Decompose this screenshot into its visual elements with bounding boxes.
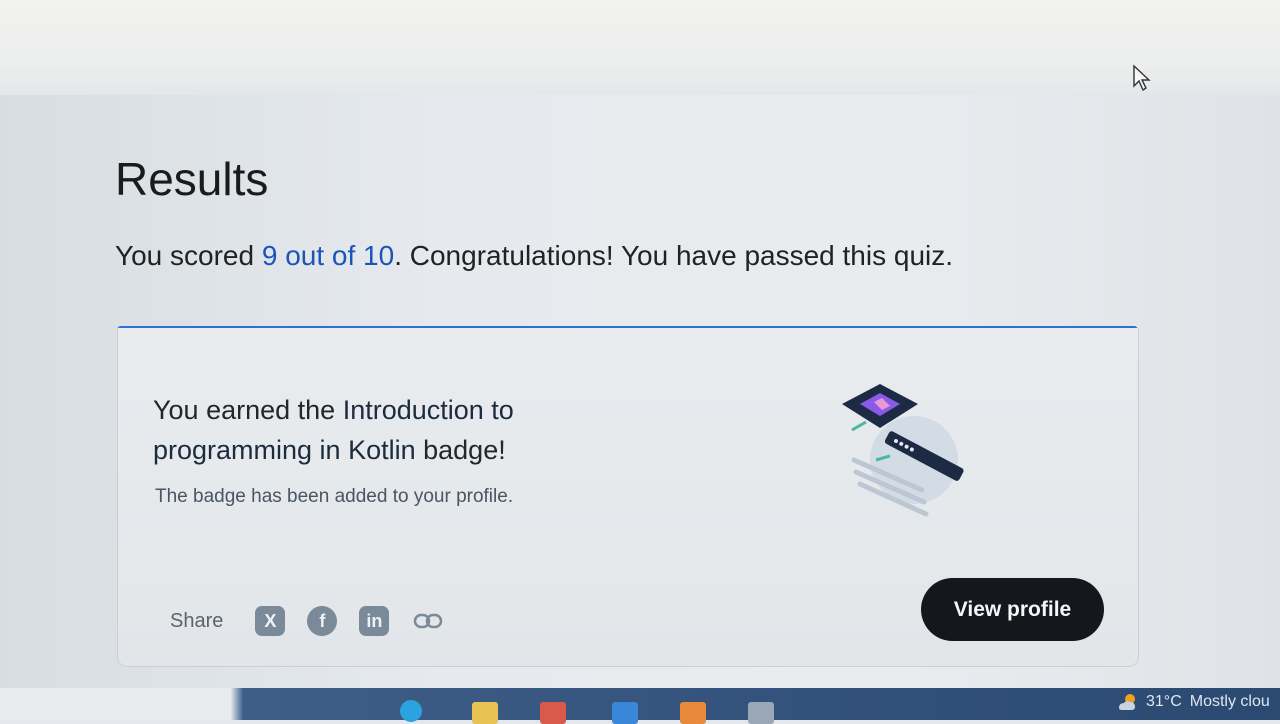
browser-top-area bbox=[0, 0, 1280, 95]
badge-subtitle: The badge has been added to your profile… bbox=[155, 486, 514, 507]
linkedin-icon: in bbox=[366, 610, 383, 631]
weather-temperature: 31°C bbox=[1146, 693, 1182, 710]
taskbar-mail-icon[interactable] bbox=[612, 702, 638, 724]
share-facebook-button[interactable]: f bbox=[307, 606, 338, 636]
weather-widget[interactable]: 31°C Mostly clou bbox=[1116, 692, 1270, 712]
weather-condition: Mostly clou bbox=[1189, 693, 1270, 710]
weather-icon bbox=[1119, 694, 1135, 710]
x-icon: X bbox=[264, 610, 277, 631]
score-prefix: You scored bbox=[115, 240, 262, 271]
share-x-button[interactable]: X bbox=[255, 606, 286, 636]
score-value: 9 out of 10 bbox=[261, 240, 395, 271]
mouse-cursor-icon bbox=[1133, 64, 1151, 92]
view-profile-button[interactable]: View profile bbox=[921, 578, 1104, 641]
facebook-icon: f bbox=[319, 610, 326, 631]
page-title: Results bbox=[115, 153, 269, 205]
score-suffix: . Congratulations! You have passed this … bbox=[394, 240, 954, 271]
score-summary: You scored 9 out of 10. Congratulations!… bbox=[115, 240, 953, 272]
taskbar-folder-icon[interactable] bbox=[472, 702, 498, 724]
share-label: Share bbox=[170, 609, 224, 632]
kotlin-badge-illustration-icon bbox=[842, 384, 964, 517]
link-icon bbox=[414, 613, 443, 629]
taskbar-app-icon[interactable] bbox=[540, 702, 566, 724]
taskbar bbox=[0, 688, 1280, 720]
badge-title-post: badge! bbox=[415, 435, 506, 465]
taskbar-store-icon[interactable] bbox=[748, 702, 774, 724]
badge-title: You earned the Introduction to programmi… bbox=[153, 390, 613, 470]
share-row: Share X f in bbox=[170, 603, 445, 639]
taskbar-browser-icon[interactable] bbox=[400, 700, 422, 722]
share-linkedin-button[interactable]: in bbox=[359, 606, 390, 636]
taskbar-office-icon[interactable] bbox=[680, 702, 706, 724]
copy-link-button[interactable] bbox=[411, 606, 445, 636]
badge-title-pre: You earned the bbox=[153, 395, 343, 425]
